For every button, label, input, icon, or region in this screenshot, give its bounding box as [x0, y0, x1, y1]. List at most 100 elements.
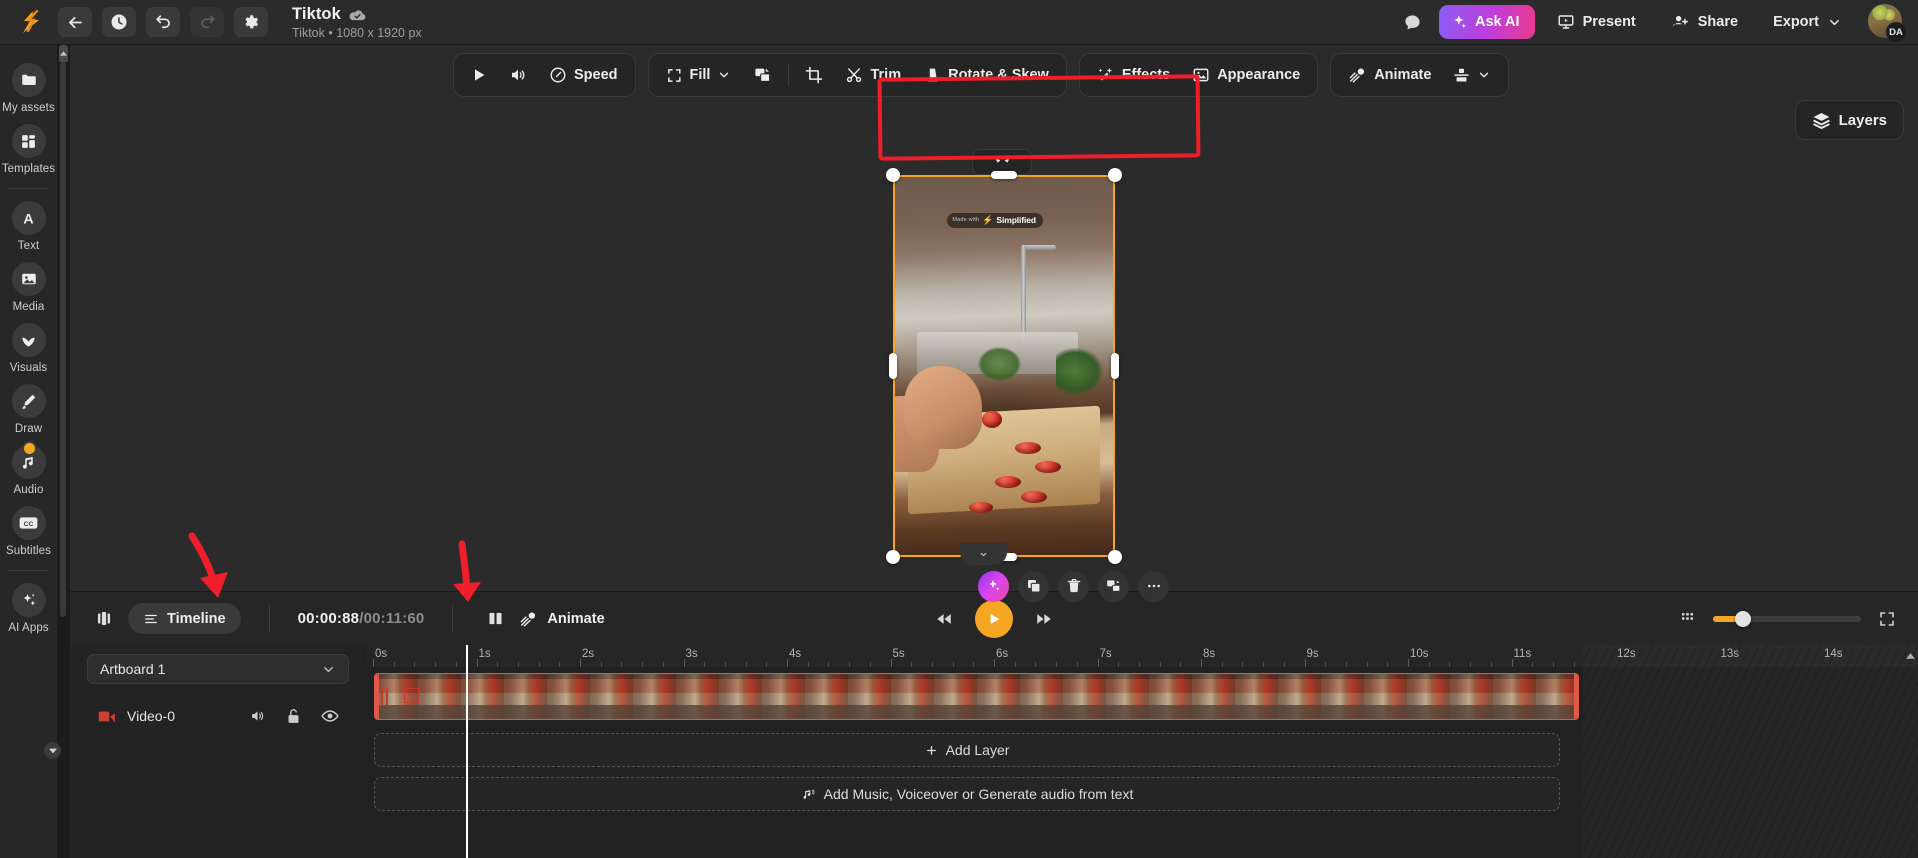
play-button[interactable]	[975, 599, 1013, 638]
clip-grip[interactable]	[381, 688, 390, 706]
resize-handle-left[interactable]	[889, 353, 897, 379]
sidebar-item-visuals[interactable]: Visuals	[0, 323, 57, 374]
ruler-tick	[1201, 659, 1202, 667]
present-button[interactable]: Present	[1544, 5, 1649, 39]
present-label: Present	[1582, 14, 1636, 30]
canvas-collapse-button[interactable]	[960, 543, 1007, 565]
ask-ai-button[interactable]: Ask AI	[1438, 5, 1535, 39]
ruler-tick	[787, 659, 788, 667]
replace-media-button[interactable]	[744, 58, 781, 92]
undo-icon[interactable]	[146, 7, 180, 37]
fill-button[interactable]: Fill	[657, 58, 741, 92]
resize-handle-bottom-left[interactable]	[886, 550, 900, 564]
rewind-icon[interactable]	[933, 610, 955, 628]
share-button[interactable]: Share	[1658, 5, 1751, 39]
replace-button[interactable]	[1098, 570, 1129, 602]
timeline-playhead[interactable]	[466, 645, 469, 858]
add-layer-button[interactable]: Add Layer	[374, 733, 1560, 767]
appearance-button[interactable]: Appearance	[1183, 58, 1309, 92]
export-button[interactable]: Export	[1760, 5, 1855, 39]
resize-handle-top-right[interactable]	[1108, 168, 1122, 182]
grid-dots-icon[interactable]	[1679, 610, 1696, 627]
timeline-scroll-up[interactable]	[1906, 649, 1915, 662]
ruler-tick-label: 8s	[1203, 648, 1216, 660]
canvas-toolbar: Speed Fill Trim Rotate & Skew Effects Ap…	[453, 53, 1510, 97]
timeline-toggle[interactable]: Timeline	[128, 603, 241, 634]
volume-icon[interactable]	[249, 708, 266, 724]
list-lines-icon	[143, 612, 159, 626]
align-button[interactable]	[1444, 58, 1500, 92]
ai-edit-button[interactable]	[978, 570, 1009, 602]
crop-button[interactable]	[796, 58, 832, 92]
clip-trim-handle-right[interactable]	[1573, 674, 1578, 719]
zoom-slider[interactable]	[1713, 610, 1861, 627]
ruler-tick-label: 11s	[1513, 648, 1532, 660]
rotate-skew-button[interactable]: Rotate & Skew	[914, 58, 1058, 92]
timeline-animate-button[interactable]: Animate	[519, 610, 605, 628]
resize-handle-bottom-right[interactable]	[1108, 550, 1122, 564]
fast-forward-icon[interactable]	[1033, 610, 1055, 628]
sidebar-item-subtitles[interactable]: CC Subtitles	[0, 506, 57, 557]
sidebar-item-draw[interactable]: Draw	[0, 384, 57, 435]
video-editor-app: Tiktok Tiktok • 1080 x 1920 px Ask AI Pr…	[0, 0, 1918, 858]
ruler-tick-label: 4s	[789, 648, 802, 660]
clip-trim-handle-left[interactable]	[375, 674, 379, 719]
present-screen-icon	[1557, 13, 1575, 31]
preview-play-button[interactable]	[462, 58, 496, 92]
timeline-ruler[interactable]: 0s1s2s3s4s5s6s7s8s9s10s11s12s13s14s12s13…	[367, 645, 1918, 667]
simplified-logo[interactable]	[14, 7, 48, 37]
sidebar-item-label: Templates	[1, 163, 56, 175]
volume-button[interactable]	[500, 58, 536, 92]
clock-history-icon[interactable]	[102, 7, 136, 37]
animate-button[interactable]: Animate	[1339, 58, 1440, 92]
sidebar-scroll-up[interactable]	[59, 45, 68, 62]
trim-button[interactable]: Trim	[836, 58, 910, 92]
duplicate-button[interactable]	[1018, 570, 1049, 602]
sidebar-scrollbar[interactable]	[60, 62, 66, 617]
sidebar-item-label: Draw	[14, 423, 43, 435]
ruler-tick	[683, 659, 685, 667]
eye-icon[interactable]	[321, 709, 339, 723]
resize-handle-top-left[interactable]	[886, 168, 900, 182]
toolbar-group-style: Effects Appearance	[1078, 53, 1319, 97]
layers-button[interactable]: Layers	[1794, 100, 1904, 140]
clip-add-icon[interactable]: +	[404, 688, 419, 703]
gear-icon[interactable]	[234, 7, 268, 37]
video-clip[interactable]: +	[374, 673, 1579, 720]
sidebar-item-label: AI Apps	[8, 622, 49, 634]
artboard-selector[interactable]: Artboard 1	[87, 654, 349, 684]
sidebar-item-my-assets[interactable]: My assets	[0, 63, 57, 114]
sidebar-item-audio[interactable]: Audio	[0, 441, 57, 496]
split-view-icon[interactable]	[90, 605, 118, 633]
resize-handle-right[interactable]	[1111, 353, 1119, 379]
layers-label: Layers	[1838, 111, 1887, 129]
timeline-tracks: + Add Layer Add Music, Voiceover or Gene…	[367, 667, 1918, 858]
delete-button[interactable]	[1058, 570, 1089, 602]
ruler-tick-label: 0s	[375, 648, 388, 660]
effects-button[interactable]: Effects	[1088, 58, 1179, 92]
comment-bubble-icon[interactable]	[1396, 5, 1430, 39]
fit-frame-icon	[666, 67, 683, 84]
person-add-icon	[1671, 13, 1690, 31]
sidebar-item-templates[interactable]: Templates	[0, 124, 57, 175]
sidebar-collapse-button[interactable]	[44, 742, 61, 759]
fullscreen-icon[interactable]	[1878, 610, 1896, 628]
control-divider	[268, 604, 270, 633]
grid-layout-icon	[11, 124, 46, 158]
add-music-button[interactable]: Add Music, Voiceover or Generate audio f…	[374, 777, 1560, 811]
sidebar-item-text[interactable]: A Text	[0, 201, 57, 252]
sidebar-item-media[interactable]: Media	[0, 262, 57, 313]
zoom-slider-knob[interactable]	[1735, 610, 1752, 627]
speed-button[interactable]: Speed	[540, 58, 627, 92]
sidebar-item-ai-apps[interactable]: AI Apps	[0, 583, 57, 634]
more-options-button[interactable]	[1138, 570, 1169, 602]
keyframe-split-icon[interactable]	[481, 605, 509, 633]
timeline-layer-row[interactable]: Video-0	[87, 697, 349, 735]
selected-video-element[interactable]: Made with ⚡ Simplified	[893, 175, 1115, 557]
timeline-right-controls	[1679, 610, 1896, 628]
resize-handle-top[interactable]	[991, 171, 1017, 179]
herbs-left	[977, 347, 1022, 382]
back-arrow-icon[interactable]	[58, 7, 92, 37]
unlock-icon[interactable]	[286, 708, 301, 725]
avatar[interactable]: DA	[1868, 4, 1906, 42]
